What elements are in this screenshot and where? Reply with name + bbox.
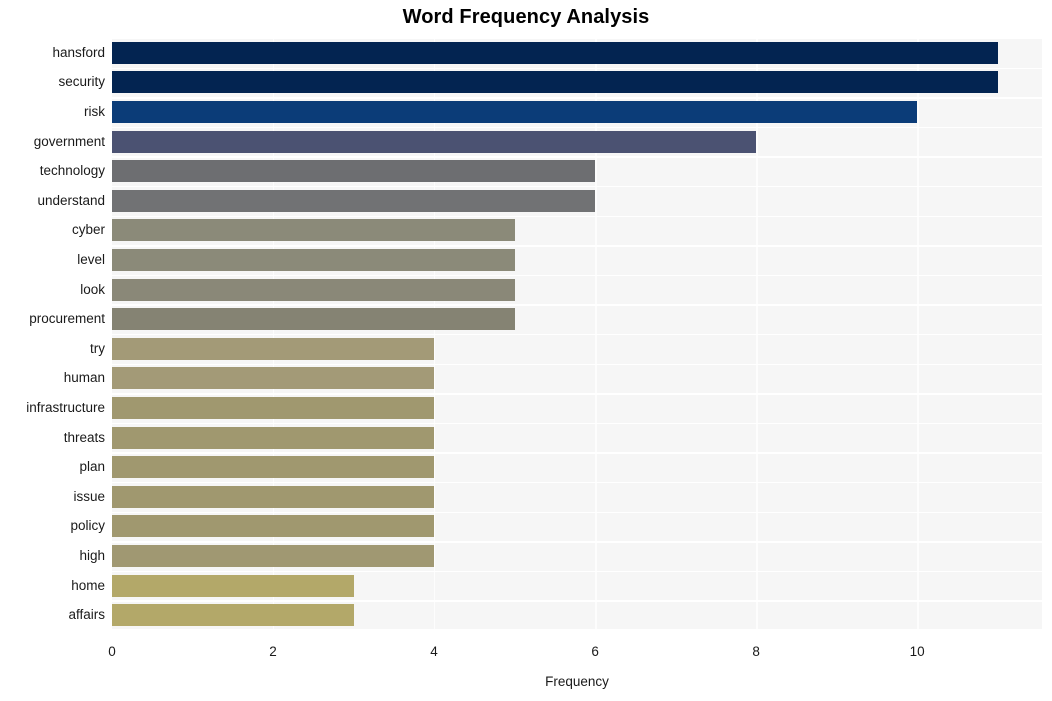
bar [112,160,596,183]
y-gridline [112,274,1042,277]
y-tick-label: plan [79,459,105,475]
x-axis-title: Frequency [545,674,609,689]
y-tick-label: issue [73,488,105,504]
y-tick-label: procurement [29,311,105,327]
y-gridline [112,245,1042,247]
y-gridline [112,452,1042,454]
y-gridline [112,38,1042,40]
bar [112,278,515,301]
x-tick-label: 6 [591,644,599,659]
y-gridline [112,600,1042,602]
x-axis-tick-labels: 0 2 4 6 8 10 [0,630,1052,670]
y-tick-label: affairs [68,607,105,623]
y-gridline [112,511,1042,513]
y-gridline [112,570,1042,573]
chart-title: Word Frequency Analysis [402,6,650,28]
y-gridline [112,156,1042,158]
y-gridline [112,393,1042,395]
bar [112,456,435,479]
bar [112,101,918,123]
y-tick-label: technology [39,163,105,179]
bar [112,604,354,627]
y-axis-tick-labels: hansford security risk government technology… [0,38,105,630]
y-gridline [112,304,1042,306]
y-tick-label: infrastructure [26,400,105,415]
y-tick-label: risk [84,104,105,119]
y-tick-label: security [58,74,105,90]
bar [112,426,435,449]
bar [112,71,998,94]
y-gridline [112,186,1042,188]
bar [112,545,435,567]
bar [112,219,515,242]
y-gridline [112,97,1042,99]
x-tick-label: 2 [269,644,277,659]
y-tick-label: try [90,340,105,356]
y-gridline [112,215,1042,217]
bar [112,367,435,390]
bar [112,41,998,64]
y-gridline [112,126,1042,129]
y-gridline [112,67,1042,69]
y-tick-label: understand [37,192,105,208]
y-tick-label: policy [70,518,105,534]
bar [112,189,596,212]
bar [112,397,435,419]
bar [112,515,435,538]
bar [112,130,757,153]
bar [112,249,515,271]
y-tick-label: high [79,548,105,563]
y-gridline [112,541,1042,543]
bar [112,574,354,597]
y-tick-label: level [77,252,105,267]
y-tick-label: home [71,577,105,593]
y-tick-label: government [33,133,105,149]
y-gridline [112,482,1042,484]
y-gridline [112,334,1042,336]
bar [112,337,435,360]
x-tick-label: 10 [909,644,925,659]
y-tick-label: hansford [52,44,105,60]
x-tick-label: 4 [430,644,438,659]
y-gridline [112,422,1042,425]
bar [112,308,515,331]
y-gridline [112,363,1042,365]
x-tick-label: 8 [752,644,760,659]
y-tick-label: human [63,370,105,386]
bar [112,485,435,508]
x-tick-label: 0 [108,644,116,659]
y-tick-label: look [80,281,105,297]
y-tick-label: cyber [71,222,105,238]
y-tick-label: threats [63,429,105,445]
chart-figure: Word Frequency Analysis hansford security… [0,0,1052,701]
plot-area [112,38,1042,630]
